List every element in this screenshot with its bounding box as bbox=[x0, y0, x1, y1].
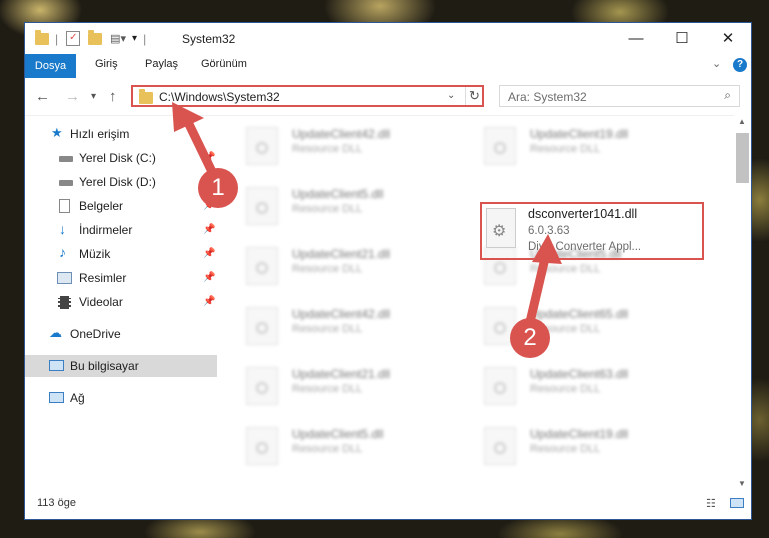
step-badge-1: 1 bbox=[198, 168, 238, 208]
arrow-2-head bbox=[532, 234, 562, 264]
annotation-arrows bbox=[172, 102, 562, 327]
arrow-2-shaft bbox=[525, 249, 551, 327]
step-badge-2: 2 bbox=[510, 318, 550, 358]
